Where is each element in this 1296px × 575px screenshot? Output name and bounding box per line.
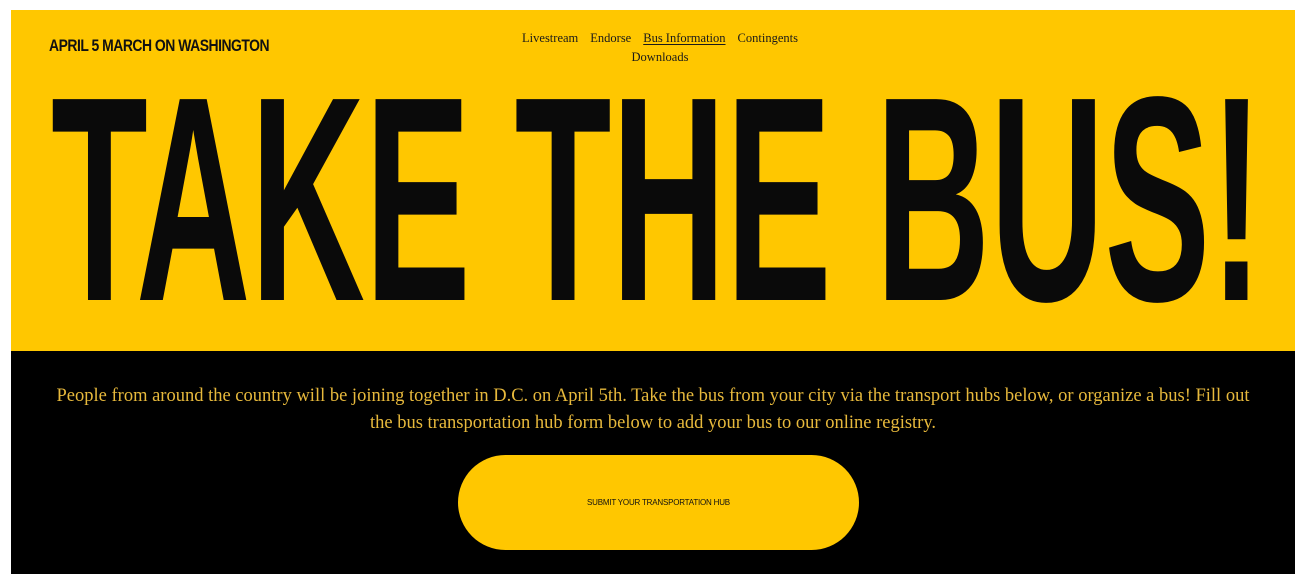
site-brand[interactable]: APRIL 5 MARCH ON WASHINGTON bbox=[49, 36, 270, 56]
nav-endorse[interactable]: Endorse bbox=[590, 29, 631, 48]
intro-paragraph: People from around the country will be j… bbox=[56, 386, 1250, 433]
submit-transportation-hub-button[interactable]: SUBMIT YOUR TRANSPORTATION HUB bbox=[458, 455, 859, 550]
nav-contingents[interactable]: Contingents bbox=[738, 29, 798, 48]
submit-button-label: SUBMIT YOUR TRANSPORTATION HUB bbox=[587, 498, 730, 507]
hero-headline-text: TAKE THE BUS! bbox=[51, 36, 1263, 351]
nav-livestream[interactable]: Livestream bbox=[522, 29, 578, 48]
nav-bus-information[interactable]: Bus Information bbox=[643, 29, 725, 48]
page-frame: TAKE THE BUS! APRIL 5 MARCH ON WASHINGTO… bbox=[11, 10, 1295, 574]
main-nav: Livestream Endorse Bus Information Continge… bbox=[471, 29, 849, 67]
hero-section: TAKE THE BUS! APRIL 5 MARCH ON WASHINGTO… bbox=[11, 10, 1295, 351]
nav-downloads[interactable]: Downloads bbox=[632, 48, 689, 67]
info-section: People from around the country will be j… bbox=[11, 351, 1295, 574]
